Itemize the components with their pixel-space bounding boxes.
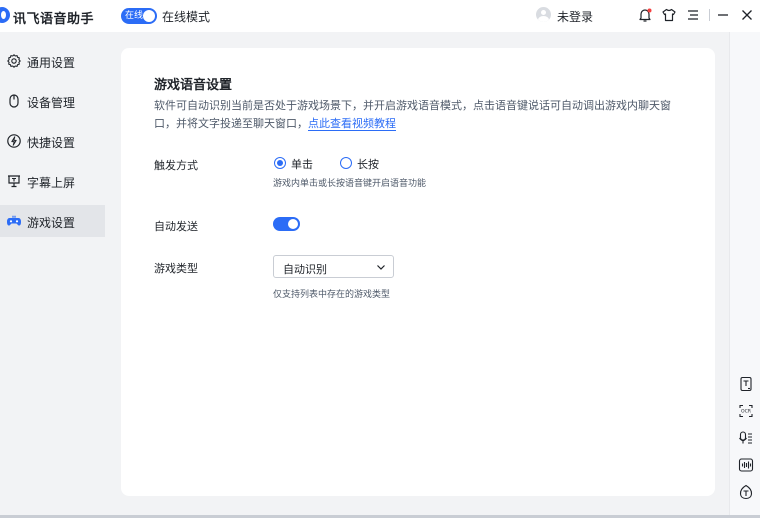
radio-long-press-label[interactable]: 长按 bbox=[357, 156, 379, 172]
game-type-hint: 仅支持列表中存在的游戏类型 bbox=[273, 290, 391, 300]
radio-long-press[interactable] bbox=[340, 157, 352, 169]
skin-shirt-icon[interactable] bbox=[661, 7, 677, 23]
video-tutorial-link[interactable]: 点此查看视频教程 bbox=[308, 117, 396, 131]
trigger-mode-label: 触发方式 bbox=[154, 159, 198, 172]
translate-icon[interactable] bbox=[738, 484, 754, 500]
subtitle-screen-icon bbox=[8, 175, 20, 188]
close-icon[interactable] bbox=[739, 7, 755, 23]
auto-send-switch[interactable] bbox=[273, 217, 300, 231]
online-mode-toggle[interactable]: 在线 bbox=[121, 8, 157, 24]
tool-rail: OCR bbox=[729, 32, 760, 518]
radio-single-click-label[interactable]: 单击 bbox=[291, 156, 313, 172]
section-description: 软件可自动识别当前是否处于游戏场景下，并开启游戏语音模式，点击语音键说话可自动调… bbox=[154, 97, 684, 133]
toggle-knob bbox=[143, 10, 155, 22]
game-type-select[interactable]: 自动识别 bbox=[273, 255, 394, 278]
mode-label: 在线模式 bbox=[162, 10, 211, 24]
sidebar-item-game[interactable]: 游戏设置 bbox=[0, 205, 105, 237]
game-type-label: 游戏类型 bbox=[154, 262, 198, 275]
radio-single-click[interactable] bbox=[274, 157, 286, 169]
sidebar-item-label: 字幕上屏 bbox=[27, 176, 76, 190]
voice-note-icon[interactable] bbox=[738, 430, 754, 446]
mouse-icon bbox=[9, 94, 19, 108]
auto-send-label: 自动发送 bbox=[154, 220, 198, 233]
game-type-value: 自动识别 bbox=[283, 263, 327, 276]
description-text: 软件可自动识别当前是否处于游戏场景下，并开启游戏语音模式，点击语音键说话可自动调… bbox=[154, 99, 671, 130]
notification-bell-icon[interactable] bbox=[637, 7, 653, 23]
sidebar-item-label: 设备管理 bbox=[27, 96, 76, 110]
gamepad-icon bbox=[7, 215, 21, 226]
sidebar: 通用设置 设备管理 快捷设置 字幕上屏 游戏设置 bbox=[0, 32, 105, 518]
sidebar-item-label: 通用设置 bbox=[27, 56, 76, 70]
login-button[interactable]: 未登录 bbox=[557, 8, 593, 25]
trigger-hint: 游戏内单击或长按语音键开启语音功能 bbox=[273, 179, 427, 189]
app-title: 讯飞语音助手 bbox=[13, 12, 95, 27]
sidebar-item-label: 游戏设置 bbox=[27, 216, 76, 230]
app-logo-icon bbox=[0, 7, 10, 23]
title-bar-divider bbox=[709, 9, 710, 21]
sidebar-item-shortcuts[interactable]: 快捷设置 bbox=[0, 125, 105, 157]
game-settings-card: 游戏语音设置 软件可自动识别当前是否处于游戏场景下，并开启游戏语音模式，点击语音… bbox=[121, 48, 715, 496]
sidebar-item-subtitles[interactable]: 字幕上屏 bbox=[0, 165, 105, 197]
minimize-icon[interactable] bbox=[715, 7, 731, 23]
document-text-icon[interactable] bbox=[738, 376, 754, 392]
sidebar-item-label: 快捷设置 bbox=[27, 136, 76, 150]
switch-knob bbox=[288, 219, 298, 229]
lightning-icon bbox=[7, 134, 21, 148]
page-title: 游戏语音设置 bbox=[154, 78, 233, 93]
menu-icon[interactable] bbox=[685, 7, 701, 23]
avatar[interactable] bbox=[536, 7, 551, 22]
online-badge-label: 在线 bbox=[125, 11, 144, 21]
sidebar-item-devices[interactable]: 设备管理 bbox=[0, 85, 105, 117]
ocr-icon[interactable]: OCR bbox=[738, 403, 754, 419]
gear-icon bbox=[7, 54, 21, 68]
title-bar: 讯飞语音助手 在线 在线模式 未登录 bbox=[0, 0, 760, 32]
sidebar-item-general[interactable]: 通用设置 bbox=[0, 45, 105, 77]
audio-wave-icon[interactable] bbox=[738, 457, 754, 473]
svg-text:OCR: OCR bbox=[741, 409, 752, 415]
chevron-down-icon bbox=[377, 265, 385, 270]
